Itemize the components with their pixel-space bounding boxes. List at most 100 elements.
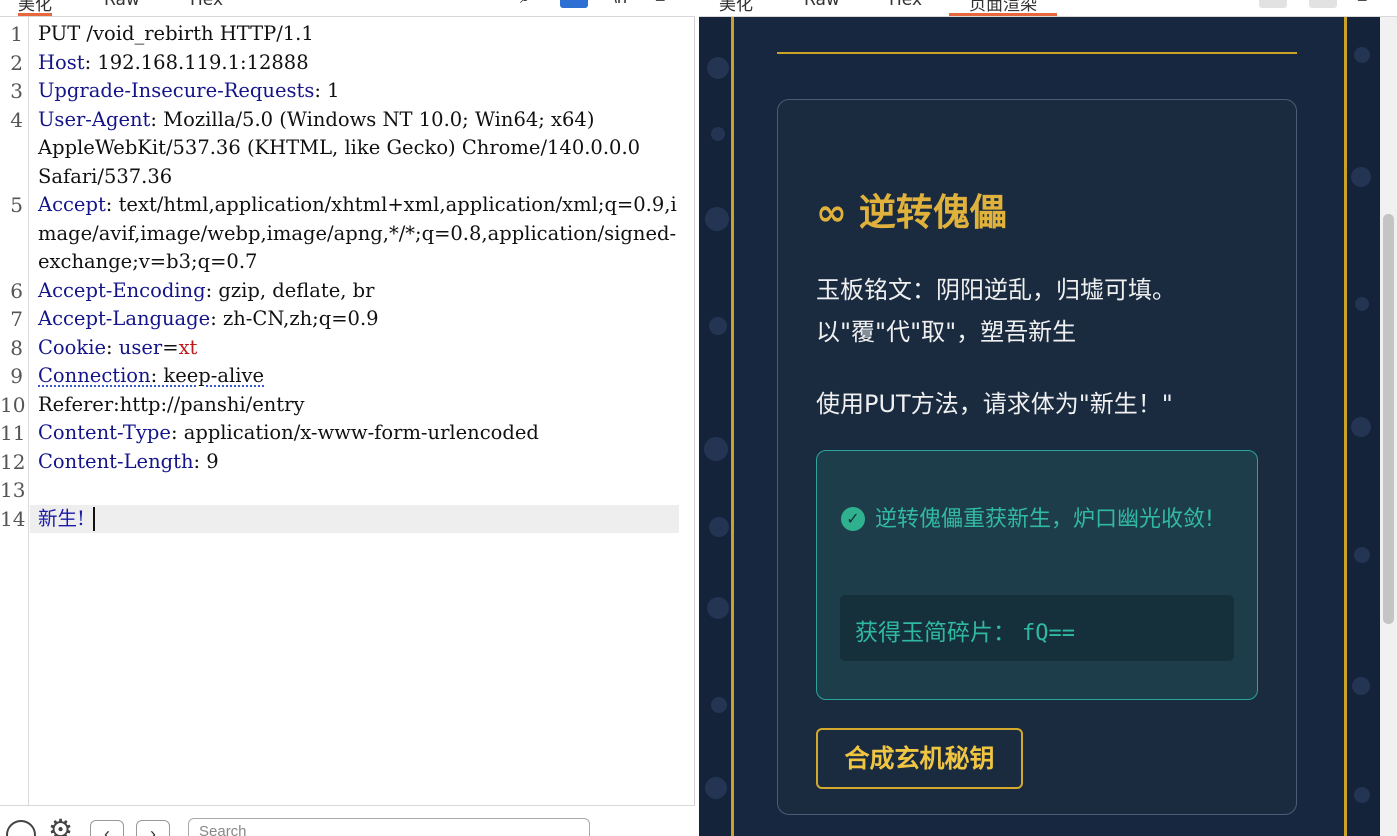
- decor-dot: [1352, 677, 1370, 695]
- response-view-tabs: 美化 Raw Hex 页面渲染 ≡: [699, 0, 1397, 17]
- request-body[interactable]: 新生!: [38, 507, 85, 530]
- line-number: 2: [10, 50, 23, 75]
- header-line: 3 Upgrade-Insecure-Requests: 1: [0, 77, 680, 106]
- tab-hex[interactable]: Hex: [190, 0, 223, 16]
- header-name: Accept: [38, 193, 106, 216]
- check-circle-icon: ✓: [841, 507, 865, 531]
- success-panel: ✓ 逆转傀儡重获新生，炉口幽光收敛! 获得玉简碎片： fQ==: [816, 450, 1258, 700]
- body-line: 14 新生!: [0, 504, 680, 533]
- next-button[interactable]: ›: [136, 820, 170, 836]
- request-view-tabs: 美化 Raw Hex ⌕ \n ≡: [0, 0, 695, 17]
- decor-dot: [1351, 417, 1371, 437]
- header-line: 2 Host: 192.168.119.1:12888: [0, 49, 680, 78]
- decor-dot: [704, 437, 728, 461]
- title-text: 逆转傀儡: [858, 191, 1007, 234]
- content-card: ∞ 逆转傀儡 玉板铭文：阴阳逆乱，归墟可填。 以"覆"代"取"，塑吾新生 使用PU…: [777, 99, 1297, 815]
- decor-dot: [705, 777, 727, 799]
- header-value: : 1: [314, 79, 340, 102]
- header-line: 8 Cookie: user=xt: [0, 334, 680, 363]
- header-value: : 192.168.119.1:12888: [84, 50, 309, 74]
- line-number: 4: [10, 107, 23, 132]
- line-number: 6: [10, 278, 23, 303]
- search-input[interactable]: Search: [188, 818, 590, 836]
- search-icon[interactable]: ⌕: [520, 0, 530, 8]
- request-text[interactable]: 1 PUT /void_rebirth HTTP/1.1 2 Host: 192…: [0, 20, 680, 533]
- newline-icon[interactable]: \n: [612, 0, 627, 8]
- fragment-value: fQ==: [1022, 621, 1075, 646]
- previous-button[interactable]: ‹: [90, 820, 124, 836]
- gear-icon[interactable]: ⚙: [48, 816, 73, 836]
- header-name: Host: [38, 50, 85, 74]
- decor-dot: [709, 517, 729, 537]
- header-line: 6 Accept-Encoding: gzip, deflate, br: [0, 277, 680, 306]
- header-line: 10 Referer:http://panshi/entry: [0, 391, 680, 420]
- decor-dot: [707, 597, 729, 619]
- header-value: : keep-alive: [150, 364, 265, 387]
- tab-raw[interactable]: Raw: [804, 0, 840, 16]
- scrollbar-thumb[interactable]: [1383, 214, 1394, 624]
- header-value: Referer:http://panshi/entry: [38, 392, 305, 416]
- header-value: : 9: [193, 449, 219, 473]
- infinity-icon: ∞: [816, 191, 847, 234]
- header-name: Accept-Encoding: [38, 278, 206, 302]
- instruction-text: 使用PUT方法，请求体为"新生！": [816, 390, 1173, 418]
- wrap-toggle-icon[interactable]: [560, 0, 588, 8]
- help-icon[interactable]: [6, 820, 36, 836]
- line-number: 10: [0, 392, 26, 417]
- decor-dot: [709, 317, 727, 335]
- text-caret: [92, 507, 95, 531]
- inscription-line-2: 以"覆"代"取"，塑吾新生: [816, 318, 1077, 346]
- cookie-equals: =: [162, 335, 179, 359]
- scroll-frame: ∞ 逆转傀儡 玉板铭文：阴阳逆乱，归墟可填。 以"覆"代"取"，塑吾新生 使用PU…: [731, 17, 1347, 836]
- line-number: 5: [10, 193, 23, 217]
- split-view-icon[interactable]: [1259, 0, 1287, 8]
- line-number: 13: [0, 478, 26, 502]
- tab-pretty[interactable]: 美化: [18, 0, 52, 16]
- header-name: Content-Length: [38, 449, 194, 473]
- line-number: 11: [0, 421, 26, 445]
- decor-dot: [1354, 47, 1370, 63]
- tab-raw[interactable]: Raw: [104, 0, 140, 16]
- header-line: 12 Content-Length: 9: [0, 448, 680, 477]
- header-line: 4 User-Agent: Mozilla/5.0 (Windows NT 10…: [0, 106, 680, 192]
- line-number: 3: [10, 79, 23, 103]
- tab-pretty[interactable]: 美化: [719, 0, 753, 16]
- header-line: 11 Content-Type: application/x-www-form-…: [0, 419, 680, 448]
- line-number: 1: [10, 22, 23, 46]
- header-value: : application/x-www-form-urlencoded: [170, 421, 539, 444]
- success-text: 逆转傀儡重获新生，炉口幽光收敛!: [875, 507, 1214, 532]
- line-number: 8: [10, 335, 23, 360]
- blank-line: 13: [0, 476, 680, 505]
- header-name: Content-Type: [38, 421, 171, 444]
- line-number: 12: [0, 449, 26, 474]
- line-number: 9: [10, 364, 23, 388]
- decor-dot: [711, 697, 727, 713]
- tab-hex[interactable]: Hex: [889, 0, 922, 16]
- decor-dot: [705, 207, 729, 231]
- decor-dot: [1351, 167, 1371, 187]
- page-title: ∞ 逆转傀儡: [816, 182, 1007, 236]
- synthesize-key-button[interactable]: 合成玄机秘钥: [816, 728, 1023, 789]
- decor-dot: [711, 127, 725, 141]
- single-view-icon[interactable]: [1309, 0, 1337, 8]
- header-value: : text/html,application/xhtml+xml,applic…: [38, 193, 677, 273]
- cookie-value: xt: [178, 335, 198, 359]
- rendered-page: ∞ 逆转傀儡 玉板铭文：阴阳逆乱，归墟可填。 以"覆"代"取"，塑吾新生 使用PU…: [699, 17, 1380, 836]
- header-name: Accept-Language: [38, 307, 211, 330]
- menu-icon[interactable]: ≡: [1357, 0, 1368, 8]
- header-name: User-Agent: [38, 107, 151, 131]
- decor-dot: [1354, 787, 1370, 803]
- search-placeholder: Search: [199, 823, 247, 836]
- header-name: Upgrade-Insecure-Requests: [38, 79, 315, 102]
- menu-icon[interactable]: ≡: [655, 0, 666, 8]
- header-line: 5 Accept: text/html,application/xhtml+xm…: [0, 191, 680, 277]
- header-line: 9 Connection: keep-alive: [0, 362, 680, 391]
- cookie-key: user: [118, 335, 163, 359]
- decor-dot: [707, 57, 729, 79]
- header-line: 7 Accept-Language: zh-CN,zh;q=0.9: [0, 305, 680, 334]
- tab-render[interactable]: 页面渲染: [949, 0, 1057, 16]
- decor-dot: [1355, 297, 1369, 311]
- fragment-result: 获得玉简碎片： fQ==: [840, 595, 1234, 661]
- fragment-label: 获得玉简碎片：: [855, 620, 1016, 646]
- scrollbar[interactable]: [1380, 17, 1397, 836]
